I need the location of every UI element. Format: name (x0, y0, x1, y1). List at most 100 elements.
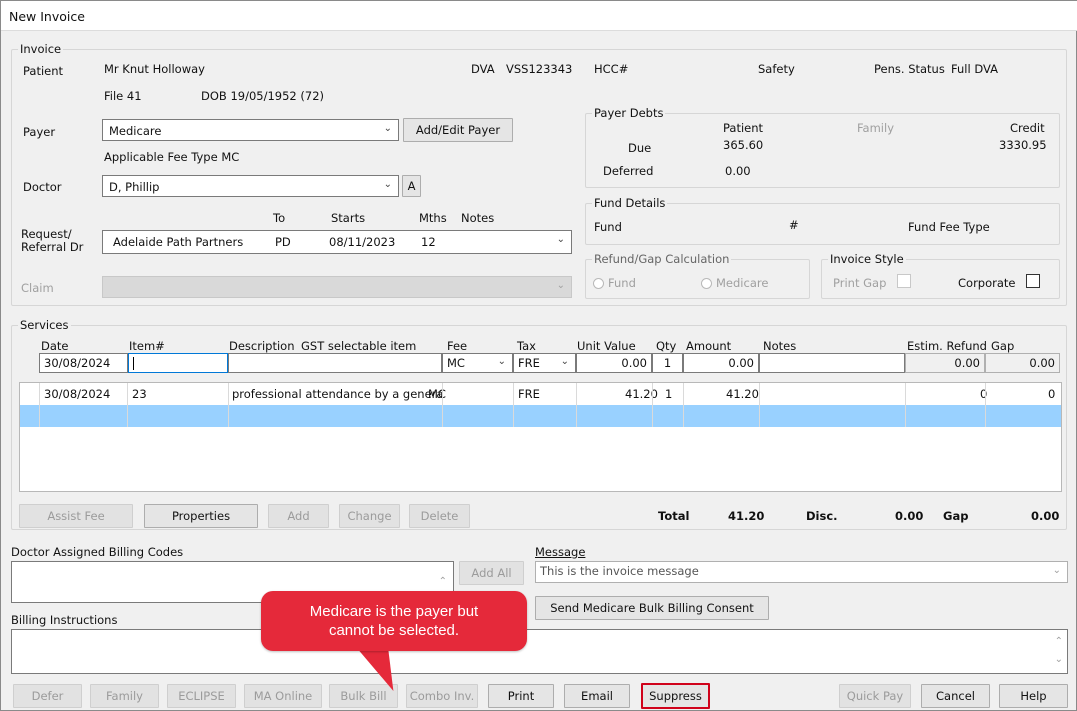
cancel-button[interactable]: Cancel (921, 684, 990, 708)
request-label-1: Request/ (21, 227, 72, 241)
gap-value: 0.00 (1031, 509, 1060, 523)
safety-label: Safety (758, 62, 795, 76)
payer-dropdown-value: Medicare (109, 124, 162, 138)
entry-qty-field[interactable]: 1 (652, 353, 683, 373)
request-label-2: Referral Dr (21, 240, 84, 254)
add-edit-payer-button[interactable]: Add/Edit Payer (403, 118, 513, 142)
scroll-up-icon[interactable]: ⌃ (439, 576, 447, 587)
col-header-unit-value: Unit Value (577, 339, 636, 353)
properties-button[interactable]: Properties (144, 504, 258, 528)
row-date: 30/08/2024 (44, 387, 111, 401)
claim-label: Claim (21, 281, 54, 295)
medicare-radio[interactable]: Medicare (701, 276, 768, 290)
scroll-up-icon[interactable]: ⌃ (1055, 636, 1063, 647)
chevron-down-icon: ⌄ (1052, 565, 1061, 576)
callout-line-1: Medicare is the payer but (309, 603, 479, 620)
payer-debts-credit-col: Credit (1010, 121, 1045, 135)
payer-dropdown[interactable]: Medicare ⌄ (102, 119, 399, 141)
scroll-down-icon[interactable]: ⌄ (1055, 654, 1063, 665)
chevron-down-icon: ⌄ (556, 234, 565, 245)
payer-debts-deferred-label: Deferred (603, 164, 654, 178)
entry-item-field[interactable] (128, 353, 228, 373)
doctor-dropdown-value: D, Phillip (109, 180, 160, 194)
change-button[interactable]: Change (339, 504, 400, 528)
entry-description-field[interactable] (228, 353, 442, 373)
entry-fee-value: MC (447, 356, 465, 370)
message-dropdown[interactable]: This is the invoice message ⌄ (535, 561, 1068, 583)
suppress-button[interactable]: Suppress (641, 683, 710, 709)
fund-radio-label: Fund (608, 276, 636, 290)
col-header-item: Item# (129, 339, 165, 353)
defer-button[interactable]: Defer (13, 684, 82, 708)
total-value: 41.20 (728, 509, 765, 523)
assist-fee-button[interactable]: Assist Fee (19, 504, 133, 528)
entry-date-value: 30/08/2024 (44, 356, 111, 370)
invoice-window: New Invoice Invoice Patient Mr Knut Holl… (0, 0, 1077, 711)
column-divider (985, 383, 986, 427)
referral-to: PD (275, 235, 291, 249)
chevron-down-icon: ⌄ (556, 280, 565, 291)
radio-icon (593, 278, 604, 289)
billing-instructions-box[interactable]: ⌃ ⌄ (11, 629, 1068, 674)
add-all-button[interactable]: Add All (459, 561, 524, 585)
email-button[interactable]: Email (564, 684, 630, 708)
entry-fee-dropdown[interactable]: MC ⌄ (442, 353, 513, 373)
entry-tax-value: FRE (518, 356, 540, 370)
entry-amount-field[interactable]: 0.00 (683, 353, 759, 373)
print-button[interactable]: Print (488, 684, 554, 708)
patient-label: Patient (23, 64, 64, 78)
add-button[interactable]: Add (268, 504, 329, 528)
col-header-date: Date (41, 339, 69, 353)
fund-fee-type-col: Fund Fee Type (908, 220, 990, 234)
family-button[interactable]: Family (90, 684, 159, 708)
column-divider (513, 383, 514, 427)
referral-dropdown[interactable]: Adelaide Path Partners PD 08/11/2023 12 … (102, 230, 572, 254)
invoice-style-label: Invoice Style (828, 252, 906, 266)
row-refund: 0 (980, 387, 988, 401)
ma-online-button[interactable]: MA Online (244, 684, 322, 708)
chevron-down-icon: ⌄ (383, 179, 392, 190)
corporate-checkbox[interactable] (1026, 274, 1040, 288)
col-header-qty: Qty (656, 339, 677, 353)
entry-amount-value: 0.00 (728, 356, 754, 370)
chevron-down-icon: ⌄ (497, 356, 506, 367)
row-fee: MC (428, 387, 446, 401)
text-cursor (133, 357, 134, 370)
entry-unit-value-field[interactable]: 0.00 (576, 353, 652, 373)
refund-gap-label: Refund/Gap Calculation (592, 252, 732, 266)
entry-notes-field[interactable] (759, 353, 905, 373)
col-header-gst: GST selectable item (301, 339, 417, 353)
combo-inv-button[interactable]: Combo Inv. (406, 684, 478, 708)
total-label: Total (658, 509, 690, 523)
row-item: 23 (132, 387, 147, 401)
payer-debts-label: Payer Debts (592, 106, 666, 120)
entry-date-field[interactable]: 30/08/2024 (39, 353, 128, 373)
ref-header-notes: Notes (461, 211, 495, 225)
entry-tax-dropdown[interactable]: FRE ⌄ (513, 353, 576, 373)
eclipse-button[interactable]: ECLIPSE (167, 684, 236, 708)
pens-status-value: Full DVA (951, 62, 998, 76)
claim-dropdown[interactable]: ⌄ (102, 276, 572, 298)
message-value: This is the invoice message (540, 564, 699, 578)
col-header-estim-refund: Estim. Refund (907, 339, 987, 353)
help-button[interactable]: Help (999, 684, 1068, 708)
applicable-fee-type: Applicable Fee Type MC (104, 150, 240, 164)
row-gap: 0 (1048, 387, 1056, 401)
disc-value: 0.00 (895, 509, 924, 523)
delete-button[interactable]: Delete (409, 504, 470, 528)
col-header-description: Description (229, 339, 295, 353)
services-list[interactable]: 30/08/2024 23 professional attendance by… (19, 382, 1062, 492)
payer-debts-deferred-patient: 0.00 (725, 164, 751, 178)
disc-label: Disc. (806, 509, 838, 523)
title-bar: New Invoice (1, 1, 1077, 31)
doctor-a-button[interactable]: A (402, 175, 421, 197)
referral-name: Adelaide Path Partners (113, 235, 244, 249)
print-gap-checkbox[interactable] (897, 274, 911, 288)
entry-qty-value: 1 (663, 356, 672, 370)
send-bulk-billing-consent-button[interactable]: Send Medicare Bulk Billing Consent (535, 596, 769, 620)
col-header-tax: Tax (517, 339, 536, 353)
fund-radio[interactable]: Fund (593, 276, 636, 290)
quick-pay-button[interactable]: Quick Pay (839, 684, 911, 708)
doctor-dropdown[interactable]: D, Phillip ⌄ (102, 175, 399, 197)
payer-debts-credit-value: 3330.95 (999, 138, 1047, 152)
